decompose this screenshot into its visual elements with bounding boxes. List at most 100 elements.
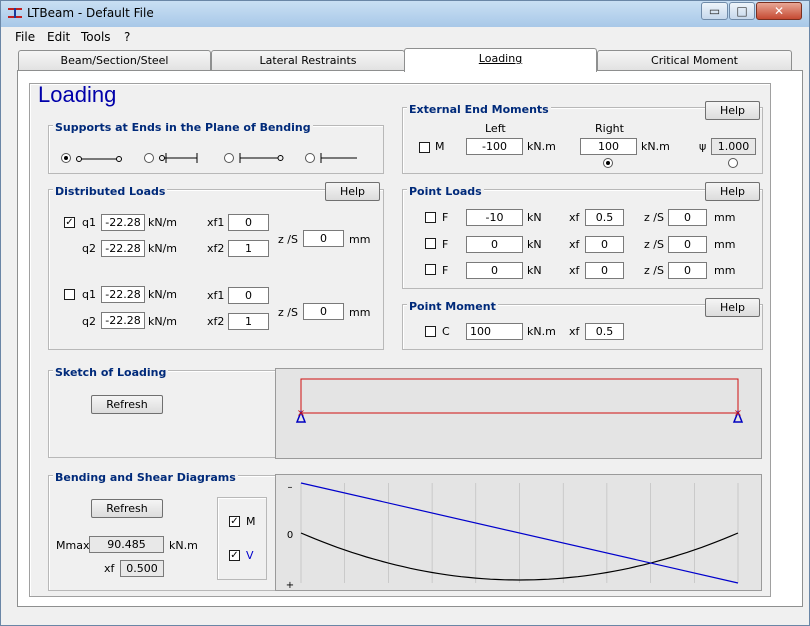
set2-xf2-input[interactable]: 1: [228, 313, 269, 330]
menu-bar: File Edit Tools ?: [1, 28, 809, 47]
close-icon: ✕: [773, 4, 785, 18]
support-option-4-radio[interactable]: [305, 153, 315, 163]
right-moment-input[interactable]: 100: [580, 138, 637, 155]
zs-label: z /S: [278, 306, 298, 319]
moment-check-label: M: [246, 515, 256, 528]
moment-diagram-checkbox[interactable]: ✓: [229, 516, 240, 527]
menu-edit[interactable]: Edit: [47, 30, 70, 44]
m-label: M: [435, 140, 445, 153]
distributed-set1-checkbox[interactable]: ✓: [64, 217, 75, 228]
xf-label: xf: [569, 325, 580, 338]
point-loads-help-button[interactable]: Help: [705, 182, 760, 201]
zs-label: z /S: [644, 264, 664, 277]
xf-label: xf: [104, 562, 115, 575]
set2-zs-input[interactable]: 0: [303, 303, 344, 320]
support-option-2-radio[interactable]: [144, 153, 154, 163]
set1-xf1-input[interactable]: 0: [228, 214, 269, 231]
end-moment-checkbox[interactable]: [419, 142, 430, 153]
support-option-1-radio[interactable]: [61, 153, 71, 163]
end-moments-title: External End Moments: [407, 103, 551, 116]
point-moment-xf-input[interactable]: 0.5: [585, 323, 624, 340]
point-moment-help-button[interactable]: Help: [705, 298, 760, 317]
point-load-2-f-input[interactable]: 0: [466, 236, 523, 253]
menu-help[interactable]: ?: [124, 30, 130, 44]
point-load-2-checkbox[interactable]: [425, 238, 436, 249]
zs-unit: mm: [714, 211, 736, 224]
point-loads-title: Point Loads: [407, 185, 484, 198]
point-load-3-zs-input[interactable]: 0: [668, 262, 707, 279]
xf-label: xf: [569, 238, 580, 251]
menu-file[interactable]: File: [15, 30, 35, 44]
close-button[interactable]: ✕: [756, 2, 802, 20]
mmax-label: Mmax: [56, 539, 90, 552]
sketch-refresh-button[interactable]: Refresh: [91, 395, 163, 414]
f-label: F: [442, 264, 449, 277]
set1-q1-input[interactable]: -22.28: [101, 214, 145, 231]
axis-minus-label: –: [288, 482, 293, 493]
distributed-help-button[interactable]: Help: [325, 182, 380, 201]
right-moment-radio[interactable]: [603, 158, 613, 168]
q2-label: q2: [82, 315, 96, 328]
maximize-button[interactable]: □: [729, 2, 755, 20]
app-window: LTBeam - Default File ▭ □ ✕ File Edit To…: [0, 0, 810, 626]
right-moment-unit: kN.m: [641, 140, 670, 153]
tab-label: Loading: [478, 52, 523, 65]
tab-loading[interactable]: Loading: [404, 48, 597, 72]
point-load-1-xf-input[interactable]: 0.5: [585, 209, 624, 226]
tab-beam-section-steel[interactable]: Beam/Section/Steel: [18, 50, 211, 70]
set1-xf2-input[interactable]: 1: [228, 240, 269, 257]
point-load-2-xf-input[interactable]: 0: [585, 236, 624, 253]
support-option-3-radio[interactable]: [224, 153, 234, 163]
zs-unit: mm: [349, 306, 371, 319]
point-load-1-zs-input[interactable]: 0: [668, 209, 707, 226]
set1-q2-input[interactable]: -22.28: [101, 240, 145, 257]
diagram-options-box: [217, 497, 267, 580]
xf2-label: xf2: [207, 242, 225, 255]
point-load-1-f-input[interactable]: -10: [466, 209, 523, 226]
xf1-label: xf1: [207, 289, 225, 302]
point-moment-c-input[interactable]: 100: [466, 323, 523, 340]
psi-value: 1.000: [711, 138, 756, 155]
set2-q1-input[interactable]: -22.28: [101, 286, 145, 303]
left-moment-input[interactable]: -100: [466, 138, 523, 155]
point-load-2-zs-input[interactable]: 0: [668, 236, 707, 253]
minimize-button[interactable]: ▭: [701, 2, 728, 20]
f-unit: kN: [527, 211, 542, 224]
psi-radio[interactable]: [728, 158, 738, 168]
diagrams-title: Bending and Shear Diagrams: [53, 471, 238, 484]
set1-zs-input[interactable]: 0: [303, 230, 344, 247]
f-unit: kN: [527, 238, 542, 251]
q1-unit: kN/m: [148, 288, 178, 301]
point-load-3-checkbox[interactable]: [425, 264, 436, 275]
page-title: Loading: [38, 82, 117, 107]
mmax-unit: kN.m: [169, 539, 198, 552]
fixed-free-icon: [320, 153, 357, 163]
zs-unit: mm: [349, 233, 371, 246]
q1-label: q1: [82, 288, 96, 301]
check-icon: ✓: [230, 550, 239, 561]
bending-shear-chart: – 0 +: [286, 482, 739, 591]
point-load-3-xf-input[interactable]: 0: [585, 262, 624, 279]
right-end-marker-icon: ×: [734, 408, 742, 419]
f-unit: kN: [527, 264, 542, 277]
xf2-label: xf2: [207, 315, 225, 328]
distributed-load-outline: [300, 378, 739, 414]
set2-xf1-input[interactable]: 0: [228, 287, 269, 304]
tab-label: Lateral Restraints: [259, 54, 357, 67]
set2-q2-input[interactable]: -22.28: [101, 312, 145, 329]
point-moment-checkbox[interactable]: [425, 326, 436, 337]
distributed-loads-title: Distributed Loads: [53, 185, 168, 198]
fixed-roller-icon: [239, 153, 284, 163]
shear-diagram-checkbox[interactable]: ✓: [229, 550, 240, 561]
menu-tools[interactable]: Tools: [81, 30, 111, 44]
tab-lateral-restraints[interactable]: Lateral Restraints: [211, 50, 405, 70]
zs-label: z /S: [644, 238, 664, 251]
diagrams-refresh-button[interactable]: Refresh: [91, 499, 163, 518]
point-load-1-checkbox[interactable]: [425, 212, 436, 223]
end-moments-help-button[interactable]: Help: [705, 101, 760, 120]
q2-label: q2: [82, 242, 96, 255]
tab-critical-moment[interactable]: Critical Moment: [597, 50, 792, 70]
distributed-set2-checkbox[interactable]: [64, 289, 75, 300]
point-load-3-f-input[interactable]: 0: [466, 262, 523, 279]
mmax-xf-value: 0.500: [120, 560, 164, 577]
